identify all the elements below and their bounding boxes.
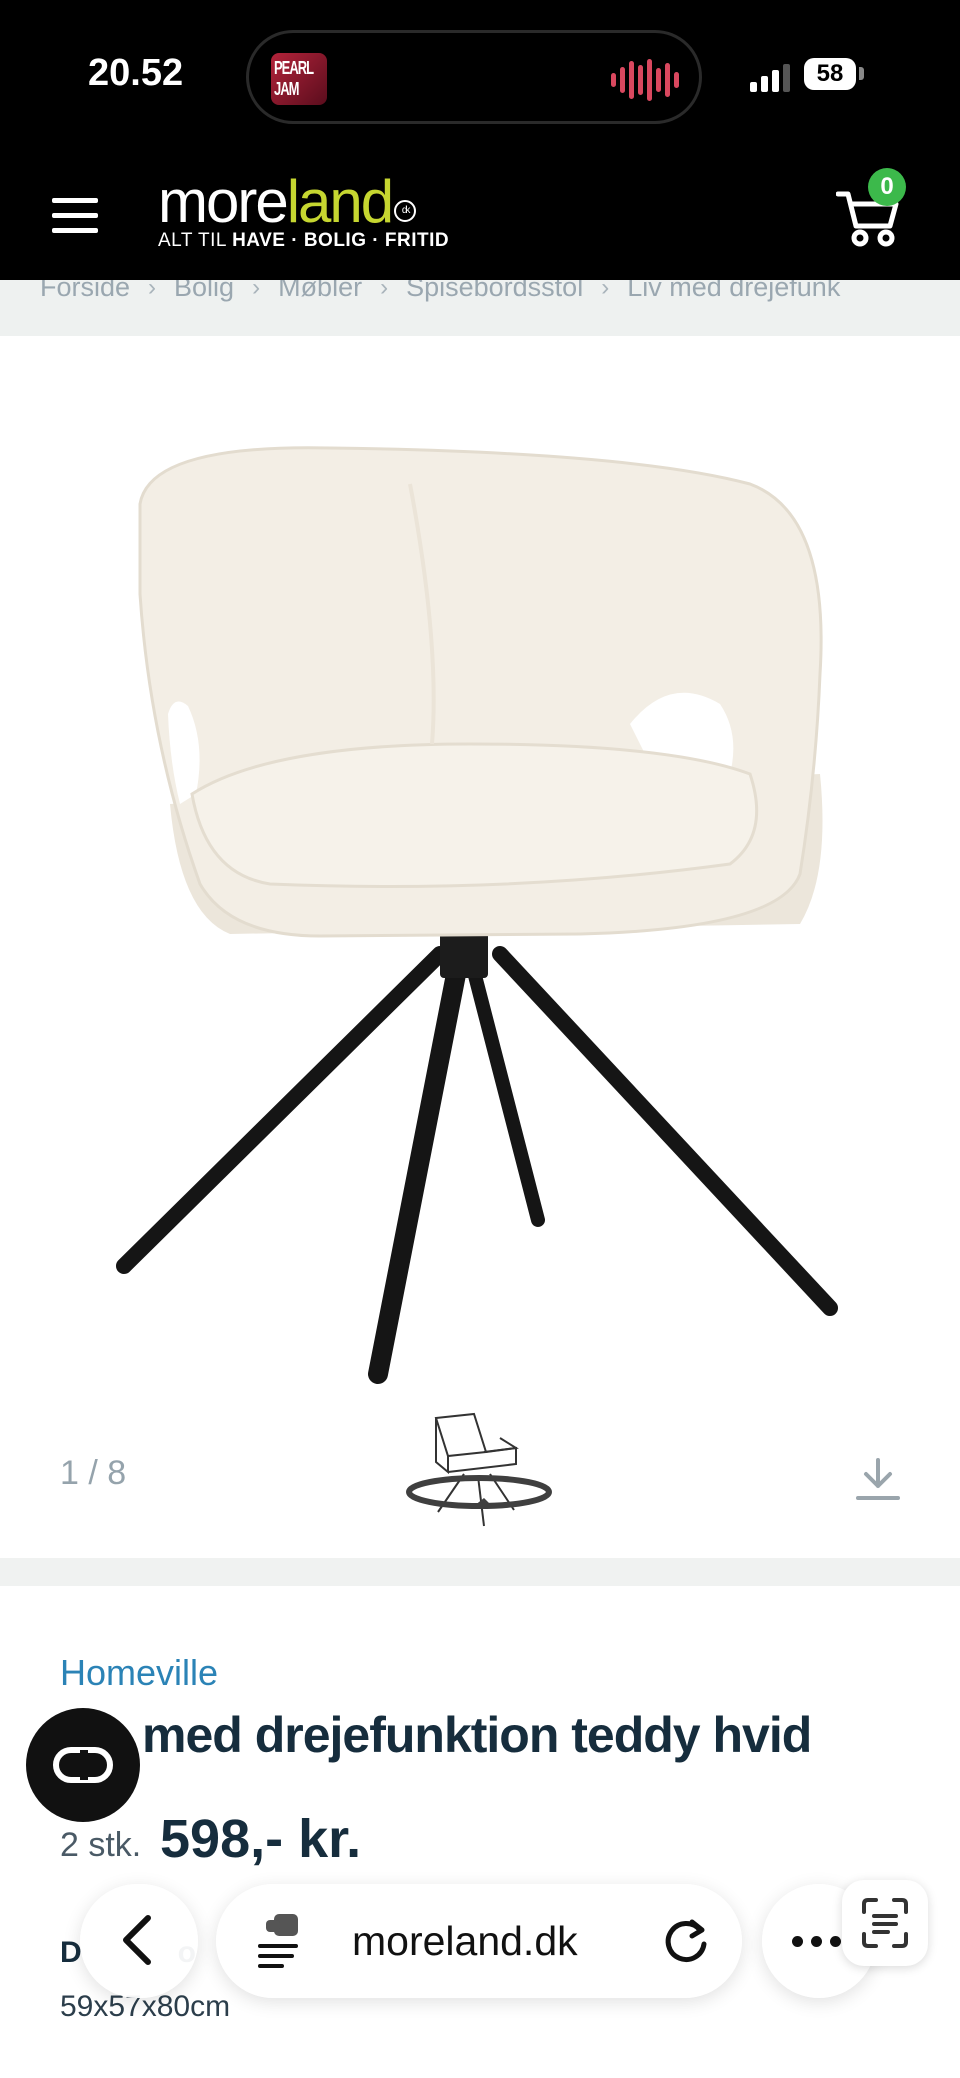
breadcrumb-item[interactable]: Møbler bbox=[278, 280, 362, 303]
site-logo[interactable]: moreland dk ALT TIL HAVE · BOLIG · FRITID bbox=[158, 172, 449, 252]
breadcrumb-item[interactable]: Liv med drejefunk bbox=[627, 280, 840, 303]
product-quantity: 2 stk. bbox=[60, 1826, 142, 1864]
360-rotate-icon[interactable] bbox=[404, 1412, 554, 1530]
url-text[interactable]: moreland.dk bbox=[352, 1918, 578, 1965]
logo-tagline: ALT TIL HAVE · BOLIG · FRITID bbox=[158, 230, 450, 251]
reload-icon[interactable] bbox=[662, 1916, 712, 1966]
cellular-signal-icon bbox=[750, 64, 790, 92]
product-title: med drejefunktion teddy hvid bbox=[142, 1707, 812, 1763]
breadcrumb-item[interactable]: Spisebordsstol bbox=[406, 280, 583, 303]
breadcrumb-item[interactable]: Forside bbox=[40, 280, 130, 303]
logo-wordmark: moreland dk bbox=[158, 172, 449, 232]
breadcrumb: Forside › Bolig › Møbler › Spisebordssto… bbox=[0, 280, 960, 336]
audio-waveform-icon bbox=[611, 57, 679, 103]
now-playing-art[interactable]: PEARL JAM bbox=[271, 53, 327, 105]
address-bar[interactable]: moreland.dk bbox=[216, 1884, 742, 1998]
product-info: Homeville med drejefunktion teddy hvid 2… bbox=[0, 1586, 960, 2078]
chevron-right-icon: › bbox=[252, 280, 261, 301]
product-brand-link[interactable]: Homeville bbox=[60, 1652, 218, 1694]
logo-dk-badge: dk bbox=[394, 200, 417, 222]
status-bar: 20.52 PEARL JAM 58 bbox=[0, 0, 960, 150]
cart-count-badge: 0 bbox=[868, 168, 906, 206]
text-scan-icon bbox=[862, 1898, 908, 1948]
battery-cap bbox=[859, 67, 864, 80]
product-price: 598,- kr. bbox=[160, 1809, 362, 1869]
chevron-right-icon: › bbox=[601, 280, 610, 301]
text-scan-button[interactable] bbox=[842, 1880, 928, 1966]
more-icon bbox=[792, 1936, 841, 1947]
chevron-right-icon: › bbox=[148, 280, 157, 301]
chat-icon bbox=[53, 1747, 113, 1783]
breadcrumb-item[interactable]: Bolig bbox=[174, 280, 234, 303]
dynamic-island[interactable]: PEARL JAM bbox=[246, 30, 702, 124]
chat-button[interactable] bbox=[26, 1708, 140, 1822]
download-icon[interactable] bbox=[856, 1456, 900, 1502]
back-button[interactable] bbox=[80, 1884, 198, 1998]
menu-icon[interactable] bbox=[52, 198, 98, 234]
now-playing-art-text: PEARL JAM bbox=[274, 57, 314, 99]
product-gallery[interactable]: 1 / 8 bbox=[0, 336, 960, 1558]
battery-level: 58 bbox=[816, 60, 844, 87]
gallery-counter: 1 / 8 bbox=[60, 1454, 127, 1492]
status-time: 20.52 bbox=[88, 52, 184, 94]
battery-icon: 58 bbox=[804, 58, 856, 90]
chevron-right-icon: › bbox=[380, 280, 389, 301]
chair-product-image[interactable] bbox=[110, 444, 850, 1404]
reader-mode-icon[interactable] bbox=[252, 1910, 312, 1970]
site-header: moreland dk ALT TIL HAVE · BOLIG · FRITID… bbox=[0, 150, 960, 280]
back-icon bbox=[123, 1915, 151, 1965]
